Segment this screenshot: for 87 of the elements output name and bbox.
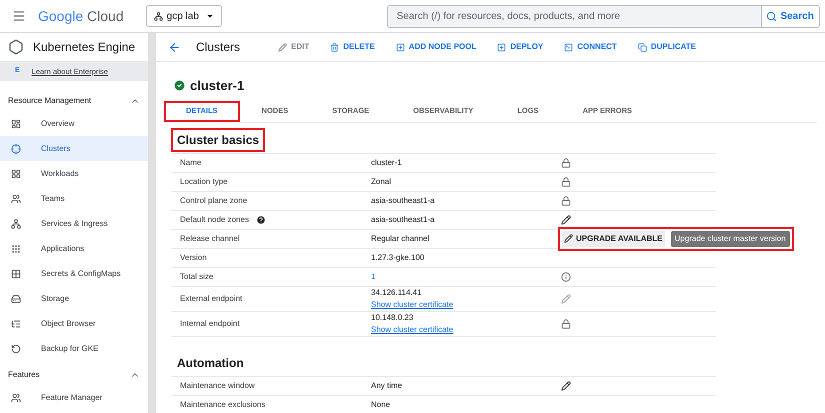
people-icon (11, 392, 21, 402)
caret-icon (206, 12, 214, 20)
sidebar-item[interactable]: Overview (0, 111, 148, 136)
field-value: Any time (371, 380, 404, 392)
search-button[interactable]: Search (762, 4, 820, 28)
field-value: 1.27.3-gke.100 (371, 252, 426, 264)
field-value: asia-southeast1-a (371, 194, 436, 206)
add-icon (396, 42, 405, 52)
search-icon (766, 10, 778, 22)
lock-icon (561, 176, 571, 186)
scrollbar[interactable] (148, 33, 156, 413)
dots-icon (11, 244, 21, 254)
check-circle-icon (173, 79, 186, 92)
list-icon (11, 318, 21, 328)
sidebar-item[interactable]: Services & Ingress (0, 211, 148, 236)
upgrade-button[interactable]: UPGRADE AVAILABLE (562, 230, 665, 246)
cluster-name: cluster-1 (190, 77, 244, 95)
certificate-link[interactable]: Show cluster certificate (371, 324, 561, 336)
toolbar-button[interactable]: ADD NODE POOL (396, 41, 476, 53)
sidebar-item[interactable]: Feature Manager (0, 385, 148, 410)
lock-icon (561, 196, 571, 206)
field-label: External endpoint (180, 292, 242, 304)
field-label: Default node zones (180, 214, 249, 226)
grid-icon (11, 168, 21, 178)
field-label: Maintenance exclusions (180, 398, 266, 410)
sidebar-section-title: Resource Management (8, 95, 92, 107)
field-label: Total size (180, 270, 214, 282)
field-value: Zonal (371, 176, 392, 188)
network-icon (11, 218, 21, 228)
sidebar-item[interactable]: Clusters (0, 136, 148, 161)
product-title: Kubernetes Engine (33, 39, 136, 56)
back-icon[interactable] (168, 40, 181, 54)
page-title: Clusters (196, 39, 242, 56)
field-value: cluster-1 (371, 156, 403, 168)
drive-icon (11, 294, 21, 304)
grid-icon (11, 268, 21, 278)
field-label: Name (180, 156, 202, 168)
field-value: 10.148.0.23 (371, 312, 414, 324)
sidebar-item[interactable]: Teams (0, 186, 148, 211)
tooltip: Upgrade cluster master version (670, 230, 790, 246)
crosshair-icon (11, 144, 21, 154)
project-icon (154, 12, 163, 20)
toolbar-button[interactable]: CONNECT (564, 41, 617, 53)
dashboard-icon (11, 118, 21, 128)
add-icon (497, 42, 506, 52)
google-cloud-logo[interactable]: Google Cloud (38, 6, 124, 26)
sidebar-item[interactable]: Object Browser (0, 311, 148, 336)
sidebar-item[interactable]: Workloads (0, 161, 148, 186)
field-label: Release channel (180, 232, 240, 244)
sidebar-item[interactable]: Storage (0, 286, 148, 311)
edit-icon[interactable] (561, 380, 571, 390)
edit-icon[interactable] (561, 214, 571, 224)
field-value: None (371, 398, 392, 410)
certificate-link[interactable]: Show cluster certificate (371, 298, 561, 310)
menu-icon[interactable] (12, 9, 26, 23)
sidebar-item[interactable]: Secrets & ConfigMaps (0, 261, 148, 286)
field-label: Location type (180, 176, 228, 188)
project-picker[interactable]: gcp lab (146, 5, 222, 27)
copy-icon (638, 42, 647, 52)
field-label: Maintenance window (180, 380, 255, 392)
lock-icon (561, 158, 571, 168)
toolbar-button[interactable]: DELETE (330, 41, 375, 53)
field-label: Control plane zone (180, 194, 248, 206)
field-value: Regular channel (371, 232, 430, 244)
toolbar-button[interactable]: DEPLOY (497, 41, 544, 53)
edit-icon (564, 234, 573, 243)
sidebar-item[interactable]: Backup for GKE (0, 336, 148, 361)
edit-icon (278, 42, 287, 52)
field-value: asia-southeast1-a (371, 214, 436, 226)
terminal-icon (564, 42, 574, 52)
search-field[interactable]: Search (/) for resources, docs, products, and more (386, 4, 762, 28)
help-icon[interactable] (256, 214, 266, 224)
section-title: Cluster basics (171, 128, 266, 152)
delete-icon (330, 42, 340, 52)
field-label: Internal endpoint (180, 318, 240, 330)
info-icon (561, 272, 571, 282)
section-title: Automation (176, 354, 245, 372)
toolbar-button[interactable]: DUPLICATE (638, 41, 696, 53)
field-value: 34.126.114.41 (371, 286, 423, 298)
people-icon (11, 194, 21, 204)
field-label: Version (180, 252, 207, 264)
hexagon-icon (8, 39, 24, 55)
sidebar-section-title: Features (8, 369, 40, 381)
field-value: 1 (371, 270, 376, 282)
lock-icon (561, 318, 571, 328)
restore-icon (11, 344, 21, 354)
sidebar-item[interactable]: Applications (0, 236, 148, 261)
